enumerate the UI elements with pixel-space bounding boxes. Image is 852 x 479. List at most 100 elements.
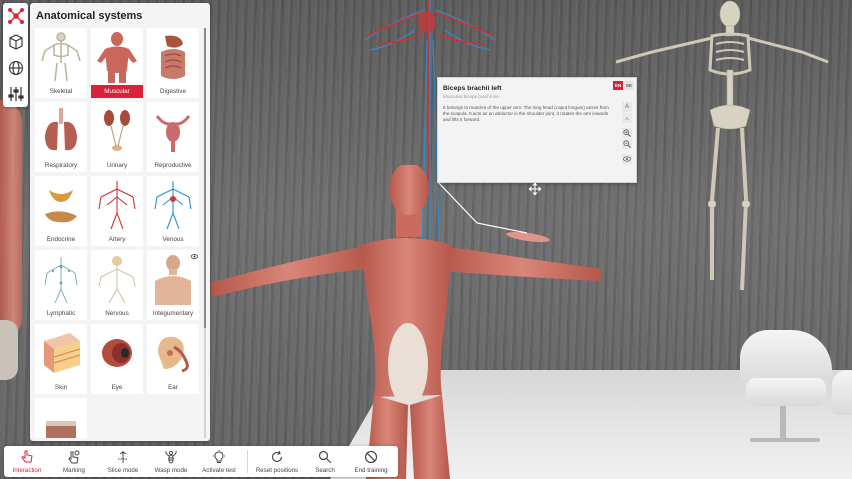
move-cursor-icon (529, 183, 541, 195)
system-tile-artery[interactable]: Artery (91, 176, 143, 246)
system-tile-lymphatic[interactable]: Lymphatic (35, 250, 87, 320)
partial-muscle-model[interactable] (0, 100, 22, 340)
wasp-mode-button[interactable]: Wasp mode (148, 446, 194, 477)
system-tile-skeletal[interactable]: Skeletal (35, 28, 87, 98)
globe-icon[interactable] (3, 55, 28, 81)
artery-icon (91, 176, 143, 233)
system-label: Integumentary (147, 307, 199, 320)
eye-icon (91, 324, 143, 381)
interaction-button[interactable]: Interaction (4, 446, 50, 477)
zoom-in-icon[interactable] (622, 128, 632, 138)
sliders-icon[interactable] (3, 81, 28, 107)
system-label: Ear (147, 381, 199, 394)
system-tile-venous[interactable]: Venous (147, 176, 199, 246)
font-larger-icon[interactable]: A (622, 102, 632, 112)
system-label: Reproductive (147, 159, 199, 172)
chair (740, 330, 832, 450)
zoom-out-icon[interactable] (622, 139, 632, 149)
vein-icon (147, 176, 199, 233)
info-card-description: It belongs to muscles of the upper arm. … (443, 105, 609, 122)
search-icon (302, 449, 348, 465)
systems-grid: Skeletal Muscular Digestive Respiratory (35, 28, 203, 438)
toolbar-label: Reset positions (255, 467, 299, 474)
cube-icon[interactable] (3, 29, 28, 55)
digestive-icon (147, 28, 199, 85)
activate-test-button[interactable]: Activate test (196, 446, 242, 477)
partial-skeleton-model[interactable] (0, 320, 18, 380)
panel-title: Anatomical systems (36, 10, 143, 22)
skin-layers-icon (35, 324, 87, 381)
toolbar-label: Marking (62, 467, 85, 474)
system-tile-urinary[interactable]: Urinary (91, 102, 143, 172)
system-label: Skin (35, 381, 87, 394)
tissue-icon (35, 398, 87, 438)
ear-icon (147, 324, 199, 381)
system-label: Nervous (91, 307, 143, 320)
panel-scroll-thumb[interactable] (204, 28, 206, 328)
search-button[interactable]: Search (302, 446, 348, 477)
system-label: Artery (91, 233, 143, 246)
glands-icon (35, 176, 87, 233)
system-label: Venous (147, 233, 199, 246)
system-tile-skin[interactable]: Skin (35, 324, 87, 394)
system-tile-nervous[interactable]: Nervous (91, 250, 143, 320)
wasp-icon (148, 449, 194, 465)
system-tile-endocrine[interactable]: Endocrine (35, 176, 87, 246)
slice-mode-button[interactable]: Slice mode (100, 446, 146, 477)
hand-pointer-icon (4, 449, 50, 465)
marking-button[interactable]: Marking (51, 446, 97, 477)
system-label: Skeletal (35, 85, 87, 98)
lungs-icon (35, 102, 87, 159)
toolbar-label: Interaction (12, 467, 42, 474)
skeleton-icon (35, 28, 87, 85)
system-label: Respiratory (35, 159, 87, 172)
system-tile-partial[interactable] (35, 398, 87, 438)
system-label: Urinary (91, 159, 143, 172)
system-tile-reproductive[interactable]: Reproductive (147, 102, 199, 172)
system-tile-respiratory[interactable]: Respiratory (35, 102, 87, 172)
anatomical-systems-panel: Anatomical systems Skeletal Muscular Dig… (30, 3, 210, 441)
interaction-hub-icon[interactable] (3, 3, 28, 29)
muscle-figure-icon (91, 28, 143, 85)
toolbar-label: Wasp mode (154, 467, 188, 474)
system-tile-muscular[interactable]: Muscular (91, 28, 143, 98)
info-card-title: Biceps brachii left (443, 85, 502, 92)
system-label: Muscular (91, 85, 143, 98)
system-tile-eye[interactable]: Eye (91, 324, 143, 394)
toolbar-label: Slice mode (107, 467, 139, 474)
lymph-icon (35, 250, 87, 307)
visibility-eye-icon[interactable] (191, 254, 198, 259)
bottom-toolbar: Interaction Marking Slice mode Wasp mode… (4, 446, 398, 477)
marker-hand-icon (51, 449, 97, 465)
side-toolbar (3, 3, 28, 107)
language-sk-button[interactable]: SK (624, 81, 634, 90)
end-training-button[interactable]: End training (348, 446, 394, 477)
slice-knife-icon (100, 449, 146, 465)
muscular-model[interactable] (210, 165, 610, 479)
skeleton-model[interactable] (612, 0, 832, 300)
label-leader-line (437, 181, 527, 234)
system-tile-digestive[interactable]: Digestive (147, 28, 199, 98)
chair (832, 370, 852, 450)
stop-icon (348, 449, 394, 465)
font-smaller-icon[interactable]: A (622, 113, 632, 123)
language-en-button[interactable]: EN (613, 81, 623, 90)
nerve-icon (91, 250, 143, 307)
info-card-latin-name: Musculus biceps brachii sin. (443, 94, 501, 99)
info-card-tools: A A (622, 102, 632, 164)
muscle-info-card: Biceps brachii left Musculus biceps brac… (437, 77, 637, 183)
toolbar-label: End training (354, 467, 388, 474)
system-label: Endocrine (35, 233, 87, 246)
eye-visibility-icon[interactable] (622, 154, 632, 164)
system-label: Lymphatic (35, 307, 87, 320)
system-label: Eye (91, 381, 143, 394)
reset-positions-button[interactable]: Reset positions (254, 446, 300, 477)
system-tile-integumentary[interactable]: Integumentary (147, 250, 199, 320)
uterus-icon (147, 102, 199, 159)
panel-scrollbar[interactable] (204, 28, 206, 438)
lightbulb-icon (196, 449, 242, 465)
toolbar-label: Activate test (202, 467, 236, 474)
kidneys-icon (91, 102, 143, 159)
system-tile-ear[interactable]: Ear (147, 324, 199, 394)
toolbar-separator (247, 450, 248, 473)
